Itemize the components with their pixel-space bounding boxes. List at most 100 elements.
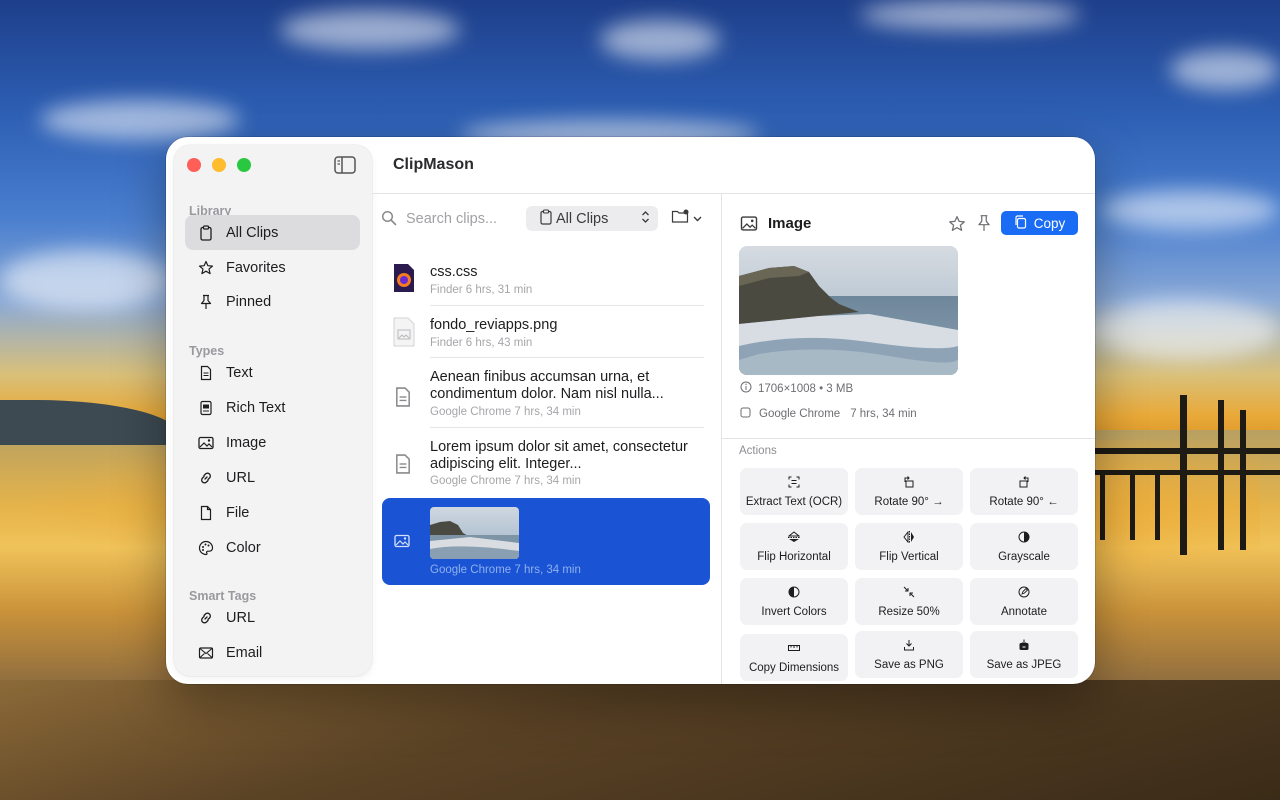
clip-thumbnail (430, 507, 519, 559)
minimize-window-button[interactable] (212, 158, 226, 172)
new-folder-menu-button[interactable] (671, 209, 707, 227)
clipboard-icon (540, 208, 552, 229)
pencil-circle-icon (1018, 586, 1030, 601)
action-label: Flip Horizontal (757, 550, 831, 563)
image-file-icon (392, 317, 416, 352)
action-label: Copy Dimensions (748, 661, 840, 674)
sidebar-item-rich-text[interactable]: Rich Text (185, 390, 360, 425)
save-jpeg-icon (1018, 639, 1030, 654)
photo-icon (740, 216, 758, 236)
flip-vertical-icon (903, 530, 915, 546)
column-divider (721, 194, 722, 684)
clip-row[interactable]: Aenean finibus accumsan urna, et condime… (382, 361, 710, 429)
sidebar-item-label: Rich Text (226, 399, 286, 416)
sidebar-item-text[interactable]: Text (185, 355, 360, 390)
sidebar-item-image[interactable]: Image (185, 425, 360, 460)
sidebar-item-label: Favorites (226, 259, 286, 276)
chevron-up-down-icon (641, 210, 650, 228)
clip-row[interactable]: fondo_reviapps.png Finder 6 hrs, 43 min (382, 309, 710, 359)
pin-icon[interactable] (975, 214, 993, 237)
clip-separator (430, 357, 704, 358)
contrast-icon (1018, 531, 1030, 546)
image-preview (739, 246, 958, 375)
sidebar-item-smart-url[interactable]: URL (185, 600, 360, 635)
sidebar-item-label: Pinned (226, 293, 272, 310)
sidebar-item-favorites[interactable]: Favorites (185, 250, 360, 285)
sidebar-item-color[interactable]: Color (185, 530, 360, 565)
action-label: Rotate 90° ← (989, 495, 1059, 508)
clip-row-selected[interactable]: Google Chrome 7 hrs, 34 min (382, 498, 710, 585)
image-dimensions: 1706×1008 • 3 MB (758, 382, 854, 395)
maximize-window-button[interactable] (237, 158, 251, 172)
app-window: Library All Clips Favorites Pinned Types… (166, 137, 1095, 684)
rich-text-icon (198, 400, 214, 416)
resize-button[interactable]: Resize 50% (855, 578, 963, 625)
action-label: Save as PNG (874, 658, 944, 671)
save-png-button[interactable]: Save as PNG (855, 631, 963, 678)
header-divider (372, 193, 1095, 194)
sidebar-item-file[interactable]: File (185, 495, 360, 530)
search-input[interactable] (406, 208, 516, 230)
shrink-icon (903, 586, 915, 601)
clip-row[interactable]: css.css Finder 6 hrs, 31 min (382, 257, 710, 307)
action-label: Invert Colors (761, 605, 827, 618)
rotate-left-button[interactable]: Rotate 90° ← (970, 468, 1078, 515)
annotate-button[interactable]: Annotate (970, 578, 1078, 625)
action-label: Annotate (1000, 605, 1048, 618)
folder-badge-icon (671, 208, 691, 229)
star-icon (198, 260, 214, 276)
source-info: Google Chrome 7 hrs, 34 min (740, 407, 917, 421)
app-title: ClipMason (393, 156, 474, 173)
text-document-icon (392, 453, 414, 480)
envelope-icon (198, 645, 214, 661)
action-label: Grayscale (998, 550, 1050, 563)
info-icon (740, 381, 752, 396)
action-label: Save as JPEG (986, 658, 1062, 671)
document-text-icon (198, 365, 214, 381)
rotate-left-icon (1018, 475, 1030, 491)
action-label: Rotate 90° → (874, 495, 944, 508)
search-icon (381, 210, 397, 226)
clip-meta: Google Chrome 7 hrs, 34 min (430, 475, 581, 487)
photo-icon (392, 533, 412, 554)
sidebar-toggle-icon[interactable] (334, 156, 356, 174)
clip-title: fondo_reviapps.png (430, 317, 558, 333)
sidebar-item-pinned[interactable]: Pinned (185, 284, 360, 319)
sidebar-item-all-clips[interactable]: All Clips (185, 215, 360, 250)
copy-button[interactable]: Copy (1001, 211, 1078, 235)
sidebar-item-email[interactable]: Email (185, 635, 360, 670)
clip-row[interactable]: Lorem ipsum dolor sit amet, consectetur … (382, 431, 710, 499)
clip-meta: Finder 6 hrs, 31 min (430, 284, 533, 296)
invert-icon (788, 586, 800, 601)
save-jpeg-button[interactable]: Save as JPEG (970, 631, 1078, 678)
favorite-star-icon[interactable] (948, 215, 966, 238)
sidebar-item-url[interactable]: URL (185, 460, 360, 495)
photo-icon (198, 435, 214, 451)
rotate-right-button[interactable]: Rotate 90° → (855, 468, 963, 515)
sidebar-item-label: All Clips (226, 224, 279, 241)
text-document-icon (392, 386, 414, 413)
grayscale-button[interactable]: Grayscale (970, 523, 1078, 570)
invert-colors-button[interactable]: Invert Colors (740, 578, 848, 625)
sidebar-item-label: Text (226, 364, 253, 381)
clip-meta: Google Chrome 7 hrs, 34 min (430, 564, 581, 576)
clip-title: css.css (430, 264, 478, 280)
sidebar-item-label: Color (226, 539, 261, 556)
extract-text-button[interactable]: Extract Text (OCR) (740, 468, 848, 515)
image-info: 1706×1008 • 3 MB (740, 381, 853, 396)
clip-separator (430, 427, 704, 428)
clipboard-icon (198, 224, 214, 241)
source-app: Google Chrome (759, 408, 841, 420)
firefox-document-icon (392, 263, 416, 298)
link-icon (198, 470, 214, 486)
copy-icon (1014, 214, 1027, 232)
flip-vertical-button[interactable]: Flip Vertical (855, 523, 963, 570)
flip-horizontal-button[interactable]: Flip Horizontal (740, 523, 848, 570)
copy-dimensions-button[interactable]: Copy Dimensions (740, 634, 848, 681)
link-icon (198, 610, 214, 626)
clip-filter-select[interactable]: All Clips (526, 206, 658, 231)
copy-label: Copy (1033, 215, 1066, 231)
close-window-button[interactable] (187, 158, 201, 172)
save-png-icon (903, 639, 915, 654)
sidebar-item-label: URL (226, 609, 256, 626)
